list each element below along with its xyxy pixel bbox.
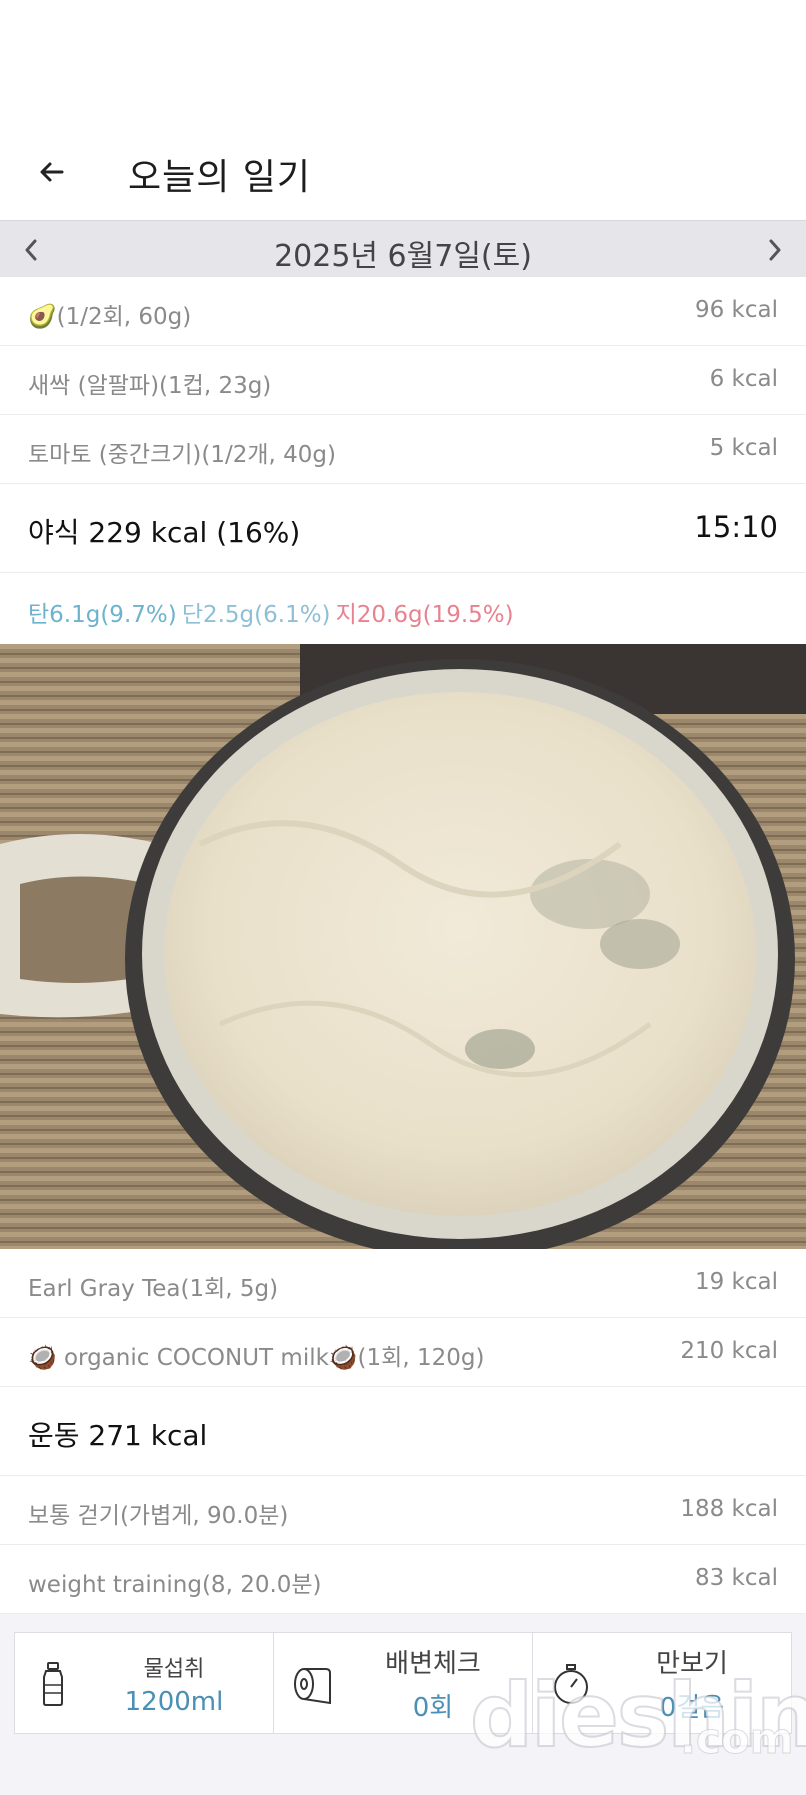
meal-photo[interactable] <box>0 644 806 1249</box>
food-kcal: 6 kcal <box>709 366 778 392</box>
macro-summary: 탄6.1g(9.7%) 단2.5g(6.1%) 지20.6g(19.5%) <box>0 573 806 647</box>
food-item[interactable]: 🥥 organic COCONUT milk🥥(1회, 120g) 210 kc… <box>0 1318 806 1387</box>
exercise-item[interactable]: 보통 걷기(가볍게, 90.0분) 188 kcal <box>0 1476 806 1545</box>
exercise-name: 보통 걷기(가볍게, 90.0분) <box>28 1503 289 1529</box>
food-kcal: 96 kcal <box>694 297 778 323</box>
carb-summary: 탄6.1g(9.7%) <box>28 602 177 628</box>
widget-value: 1200ml <box>124 1687 224 1717</box>
chevron-right-icon <box>769 239 781 261</box>
back-button[interactable] <box>30 150 74 194</box>
widget-value: 0회 <box>412 1693 454 1723</box>
bowel-check-widget[interactable]: 배변체크 0회 <box>274 1633 533 1733</box>
food-item[interactable]: 토마토 (중간크기)(1/2개, 40g) 5 kcal <box>0 415 806 484</box>
exercise-item[interactable]: weight training(8, 20.0분) 83 kcal <box>0 1545 806 1614</box>
widget-label: 배변체크 <box>385 1649 481 1679</box>
food-name: Earl Gray Tea(1회, 5g) <box>28 1276 279 1302</box>
pedometer-widget[interactable]: 만보기 0걸음 <box>533 1633 791 1733</box>
app-header: 오늘의 일기 <box>0 0 806 220</box>
food-kcal: 5 kcal <box>709 435 778 461</box>
exercise-kcal: 188 kcal <box>680 1496 778 1522</box>
food-name: 🥥 organic COCONUT milk🥥(1회, 120g) <box>28 1345 485 1371</box>
next-day-button[interactable] <box>750 225 800 275</box>
food-item[interactable]: 새싹 (알팔파)(1컵, 23g) 6 kcal <box>0 346 806 415</box>
exercise-title: 운동 271 kcal <box>28 1419 208 1452</box>
widget-label: 물섭취 <box>143 1657 205 1682</box>
page-title: 오늘의 일기 <box>128 157 312 198</box>
food-item[interactable]: Earl Gray Tea(1회, 5g) 19 kcal <box>0 1249 806 1318</box>
tracker-panel: 물섭취 1200ml 배변체크 0회 만보기 0걸음 dieshin .com <box>0 1614 806 1795</box>
water-bottle-icon <box>43 1662 63 1706</box>
exercise-kcal: 83 kcal <box>694 1565 778 1591</box>
current-date[interactable]: 2025년 6월7일(토) <box>0 231 806 275</box>
food-name: 토마토 (중간크기)(1/2개, 40g) <box>28 442 336 468</box>
mug-photo-illustration <box>0 644 806 1249</box>
food-item[interactable]: 🥑(1/2회, 60g) 96 kcal <box>0 277 806 346</box>
meal-title: 야식 229 kcal (16%) <box>28 516 301 549</box>
protein-summary: 단2.5g(6.1%) <box>181 602 331 628</box>
widget-value: 0걸음 <box>659 1693 725 1723</box>
food-name: 새싹 (알팔파)(1컵, 23g) <box>28 373 272 399</box>
exercise-name: weight training(8, 20.0분) <box>28 1572 322 1598</box>
food-kcal: 19 kcal <box>694 1269 778 1295</box>
toilet-paper-icon <box>294 1668 331 1705</box>
stopwatch-icon <box>554 1664 588 1704</box>
food-kcal: 210 kcal <box>680 1338 778 1364</box>
exercise-header[interactable]: 운동 271 kcal <box>0 1387 806 1476</box>
water-intake-widget[interactable]: 물섭취 1200ml <box>15 1633 274 1733</box>
fat-summary: 지20.6g(19.5%) <box>335 602 514 628</box>
meal-time: 15:10 <box>694 510 778 544</box>
date-navigator: 2025년 6월7일(토) <box>0 220 806 277</box>
arrow-left-icon <box>40 162 64 182</box>
meal-header-late-night[interactable]: 야식 229 kcal (16%) 15:10 <box>0 484 806 573</box>
widget-label: 만보기 <box>656 1649 728 1679</box>
food-name: 🥑(1/2회, 60g) <box>28 304 192 330</box>
